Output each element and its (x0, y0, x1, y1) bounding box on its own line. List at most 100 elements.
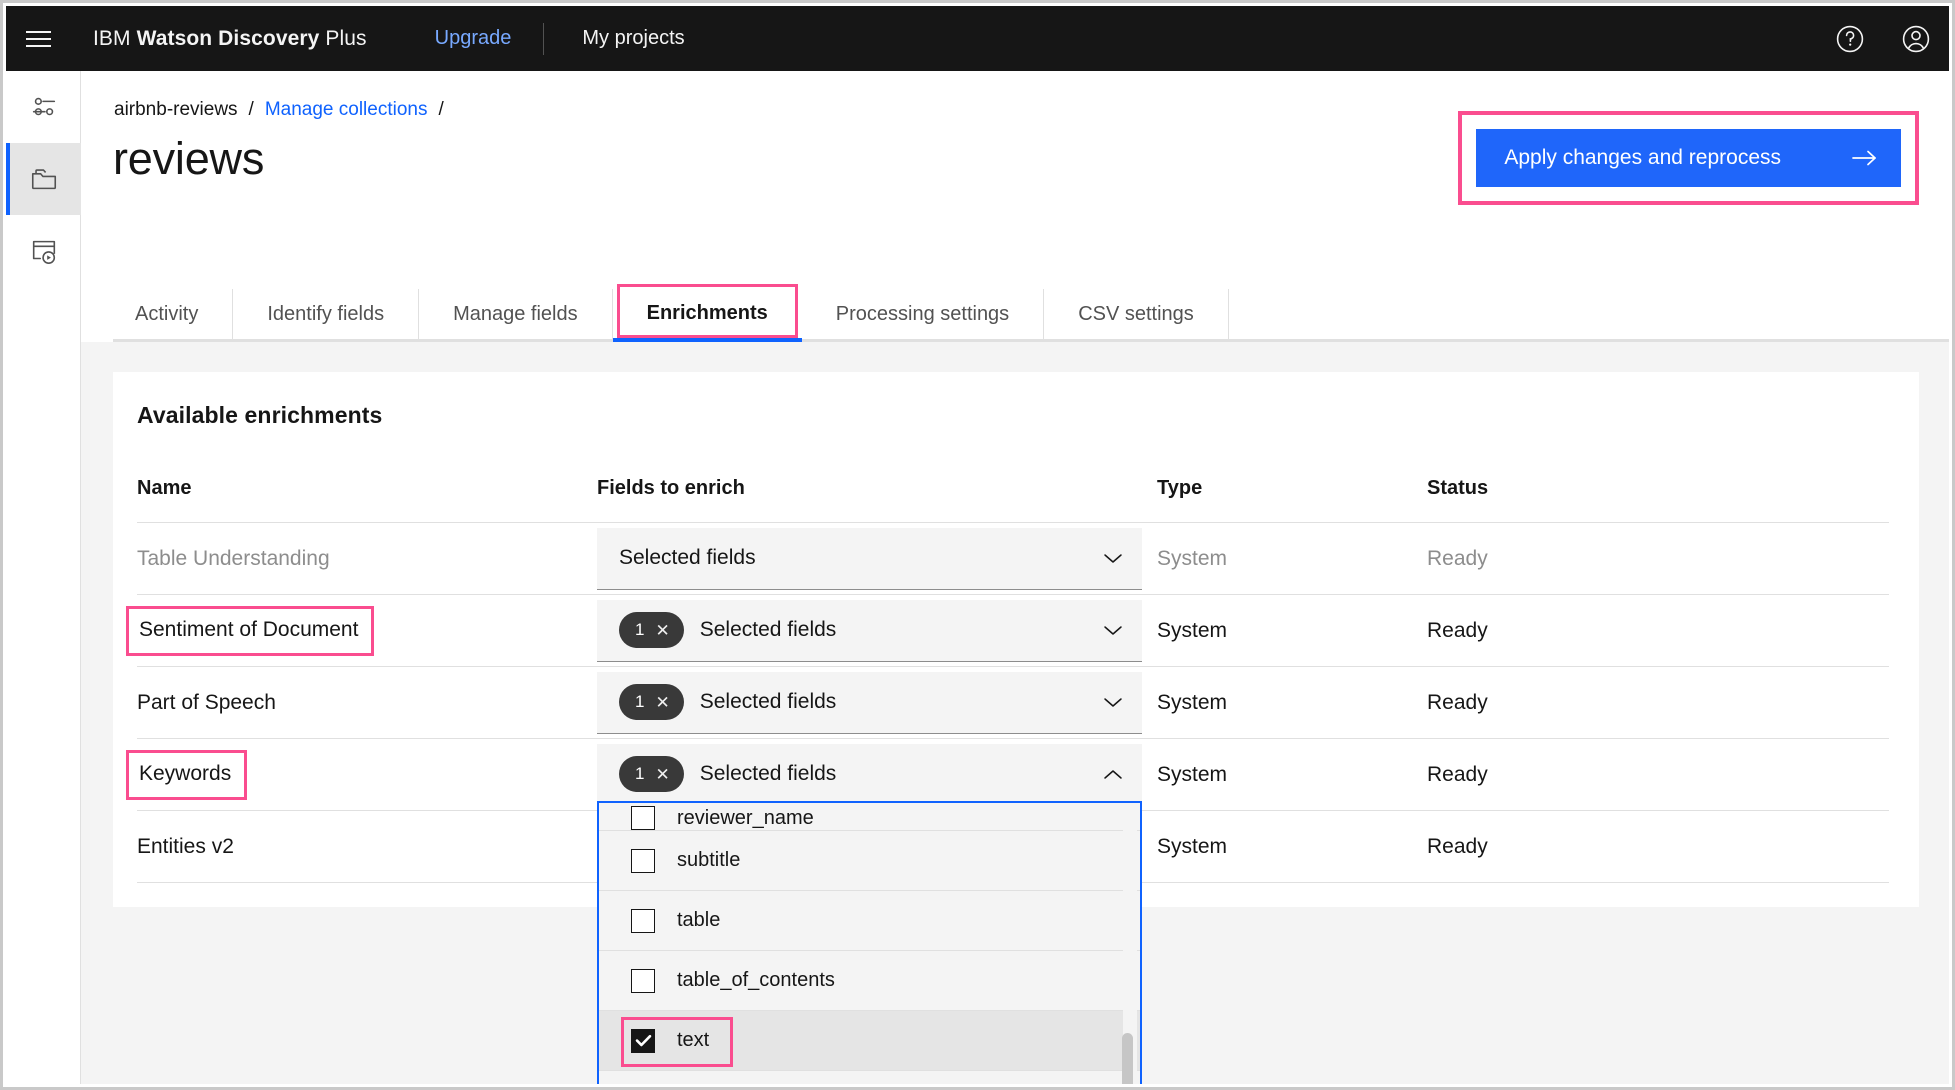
tab-label: Activity (135, 302, 199, 325)
field-option-title[interactable]: title (599, 1071, 1140, 1084)
page-body: airbnb-reviews / Manage collections / re… (81, 71, 1949, 1084)
close-x-icon[interactable]: ✕ (655, 694, 669, 711)
column-header-status: Status (1427, 477, 1489, 499)
sidebar-item-preview[interactable] (6, 215, 81, 287)
enrichment-name-entities-v2: Entities v2 (137, 810, 597, 883)
my-projects-link[interactable]: My projects (582, 27, 684, 50)
global-header: IBM Watson Discovery Plus Upgrade My pro… (6, 6, 1949, 71)
fields-dropdown-keywords[interactable]: 1 ✕ Selected fields (597, 743, 1142, 806)
fields-dropdown-part-of-speech[interactable]: 1 ✕ Selected fields (597, 671, 1142, 734)
field-option-label: text (677, 1029, 710, 1051)
checkbox-unchecked[interactable] (631, 908, 655, 933)
enrichment-name-keywords: Keywords (126, 749, 248, 800)
fields-dropdown-sentiment-of-document[interactable]: 1 ✕ Selected fields (597, 599, 1142, 662)
tab-bar: Activity Identify fields Manage fields E… (113, 284, 1949, 342)
brand-bold: Watson Discovery (136, 26, 320, 50)
listbox-scrollbar-thumb[interactable] (1122, 1033, 1133, 1084)
enrichment-name-cell: Sentiment of Document (126, 594, 597, 667)
panel-title: Available enrichments (137, 402, 383, 428)
field-option-reviewer-name[interactable]: reviewer_name (599, 803, 1140, 831)
tab-identify-fields[interactable]: Identify fields (233, 289, 420, 342)
tab-processing-settings[interactable]: Processing settings (801, 289, 1045, 342)
tab-manage-fields[interactable]: Manage fields (419, 289, 613, 342)
apply-button-highlight: Apply changes and reprocess (1458, 111, 1919, 205)
column-header-type: Type (1157, 477, 1203, 499)
enrichment-name-table-understanding: Table Understanding (137, 522, 597, 595)
field-option-subtitle[interactable]: subtitle (599, 831, 1140, 891)
fields-cell: 1 ✕ Selected fields (597, 738, 1157, 1084)
breadcrumb: airbnb-reviews / Manage collections / (114, 99, 444, 121)
tab-activity[interactable]: Activity (113, 289, 234, 342)
field-options-listbox[interactable]: reviewer_name subtitle table table_of_co… (597, 801, 1142, 1084)
table-row: Table Understanding Selected fields Syst… (137, 522, 1889, 595)
close-x-icon[interactable]: ✕ (655, 622, 669, 639)
tab-label: Identify fields (267, 302, 385, 325)
enrichment-status: Ready (1427, 522, 1889, 595)
field-option-label: subtitle (677, 849, 741, 871)
dropdown-label: Selected fields (699, 762, 837, 785)
content-area: Available enrichments Name Fields to enr… (81, 342, 1949, 1084)
selected-count-pill[interactable]: 1 ✕ (619, 684, 684, 720)
field-option-label: table_of_contents (677, 969, 835, 991)
arrow-right-icon (1851, 148, 1879, 168)
enrichment-status: Ready (1427, 738, 1889, 811)
header-divider (543, 22, 545, 55)
chevron-up-icon (1102, 767, 1124, 781)
column-header-name: Name (137, 477, 192, 499)
dropdown-label: Selected fields (699, 618, 837, 641)
listbox-scrollbar[interactable] (1122, 803, 1137, 1084)
dropdown-label: Selected fields (699, 690, 837, 713)
breadcrumb-project[interactable]: airbnb-reviews (114, 99, 238, 121)
field-option-table-of-contents[interactable]: table_of_contents (599, 951, 1140, 1011)
field-option-label: reviewer_name (677, 807, 814, 829)
page-title: reviews (113, 133, 265, 184)
brand-suffix: Plus (319, 26, 367, 50)
enrichment-type: System (1157, 738, 1427, 811)
table-header-row: Name Fields to enrich Type Status (137, 477, 1889, 523)
fields-cell: 1 ✕ Selected fields (597, 594, 1157, 667)
enrichment-name-part-of-speech: Part of Speech (137, 666, 597, 739)
help-circle-icon[interactable] (1817, 6, 1883, 71)
field-option-text[interactable]: text (599, 1011, 1140, 1071)
selected-count-pill[interactable]: 1 ✕ (619, 756, 684, 792)
tab-label: CSV settings (1078, 302, 1194, 325)
left-nav-rail (6, 71, 81, 1084)
checkbox-unchecked[interactable] (631, 848, 655, 873)
enrichment-type: System (1157, 810, 1427, 883)
checkbox-checked[interactable] (631, 1028, 655, 1053)
enrichment-status: Ready (1427, 594, 1889, 667)
selected-count: 1 (635, 764, 645, 783)
enrichment-name-sentiment-of-document: Sentiment of Document (126, 605, 375, 656)
enrichments-table: Name Fields to enrich Type Status Table … (126, 477, 1889, 1084)
brand-title: IBM Watson Discovery Plus (93, 27, 367, 51)
enrichment-type: System (1157, 522, 1427, 595)
enrichment-status: Ready (1427, 810, 1889, 883)
field-option-table[interactable]: table (599, 891, 1140, 951)
chevron-down-icon (1102, 551, 1124, 565)
breadcrumb-separator: / (248, 99, 254, 120)
chevron-down-icon (1102, 623, 1124, 637)
fields-cell: 1 ✕ Selected fields (597, 666, 1157, 739)
app-window: IBM Watson Discovery Plus Upgrade My pro… (0, 0, 1955, 1090)
tab-enrichments[interactable]: Enrichments (612, 284, 802, 342)
enrichment-name-cell: Keywords (126, 738, 597, 811)
breadcrumb-separator-2: / (438, 99, 444, 120)
checkbox-unchecked[interactable] (631, 968, 655, 993)
user-avatar-icon[interactable] (1883, 6, 1949, 71)
sidebar-item-fields[interactable] (6, 71, 81, 143)
breadcrumb-manage-collections[interactable]: Manage collections (265, 99, 428, 121)
hamburger-icon[interactable] (6, 6, 71, 71)
sidebar-item-collections[interactable] (6, 143, 81, 215)
table-row: Keywords 1 ✕ Selected fields reviewer_na… (126, 738, 1889, 1084)
upgrade-link[interactable]: Upgrade (435, 27, 512, 50)
close-x-icon[interactable]: ✕ (655, 766, 669, 783)
dropdown-label: Selected fields (619, 546, 756, 569)
available-enrichments-panel: Available enrichments Name Fields to enr… (113, 372, 1919, 1084)
checkbox-unchecked[interactable] (631, 806, 655, 830)
tab-csv-settings[interactable]: CSV settings (1044, 289, 1229, 342)
fields-dropdown-table-understanding[interactable]: Selected fields (597, 527, 1142, 590)
fields-cell: Selected fields (597, 522, 1157, 595)
tab-bar-filler (1228, 289, 1949, 342)
apply-changes-and-reprocess-button[interactable]: Apply changes and reprocess (1476, 129, 1901, 187)
selected-count-pill[interactable]: 1 ✕ (619, 612, 684, 648)
